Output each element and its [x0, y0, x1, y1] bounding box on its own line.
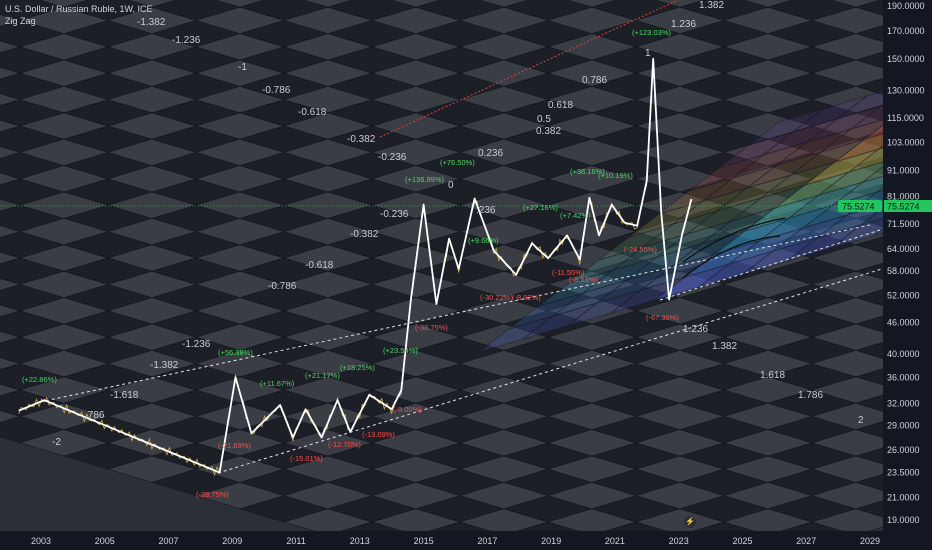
last-price-axis-label: 75.5274 [887, 202, 920, 212]
fib-level-label: -0.236 [380, 209, 409, 220]
zigzag-loss-label: (-12.70%) [328, 440, 361, 449]
fib-fan-background [0, 0, 883, 550]
fib-level-label: 0.382 [536, 126, 561, 137]
y-tick-label: 190.0000 [887, 1, 925, 11]
zigzag-loss-label: (-9.00%) [393, 405, 422, 414]
indicator-label[interactable]: Zig Zag [5, 16, 36, 26]
x-tick-label: 2009 [222, 536, 242, 546]
x-tick-label: 2015 [414, 536, 434, 546]
y-tick-label: 21.0000 [887, 493, 920, 503]
fib-level-label: -0.382 [350, 229, 379, 240]
fib-level-label: 0 [448, 180, 454, 191]
y-tick-label: 52.0000 [887, 290, 920, 300]
fib-level-label: .236 [476, 205, 496, 216]
zigzag-loss-label: (-28.75%) [196, 490, 229, 499]
zigzag-loss-label: (-8.92%) [512, 293, 541, 302]
fib-level-label: -1.236 [172, 35, 201, 46]
y-tick-label: 130.0000 [887, 86, 925, 96]
last-price-label: 75.5274 [842, 202, 875, 212]
y-tick-label: 170.0000 [887, 26, 925, 36]
zigzag-gain-label: (+136.99%) [405, 175, 444, 184]
x-tick-label: 2023 [669, 536, 689, 546]
y-tick-label: 150.0000 [887, 54, 925, 64]
y-tick-label: 23.5000 [887, 468, 920, 478]
fib-level-label: -1.382 [137, 17, 166, 28]
y-tick-label: 40.0000 [887, 349, 920, 359]
zigzag-loss-label: (-8.53%) [569, 275, 598, 284]
zigzag-gain-label: (+23.54%) [383, 346, 418, 355]
zigzag-gain-label: (+10.19%) [598, 171, 633, 180]
zigzag-gain-label: (+22.86%) [22, 375, 57, 384]
zigzag-gain-label: (+7.42%) [560, 211, 591, 220]
x-tick-label: 2021 [605, 536, 625, 546]
symbol-title: U.S. Dollar / Russian Ruble, 1W, ICE [5, 4, 153, 14]
fib-level-label: -1.618 [110, 390, 139, 401]
y-tick-label: 58.0000 [887, 266, 920, 276]
fib-level-label: 1.786 [798, 390, 823, 401]
fib-level-label: 1.382 [699, 0, 724, 11]
y-tick-label: 115.0000 [887, 113, 924, 123]
fib-level-label: 1.618 [760, 370, 785, 381]
fib-level-label: -1 [238, 62, 247, 73]
fib-level-label: 0.5 [537, 114, 551, 125]
fib-level-label: -0.382 [347, 134, 376, 145]
tradingview-bolt-icon[interactable]: ⚡ [684, 516, 696, 528]
price-chart[interactable]: (+22.86%) (+56.38%) (+11.67%) (+21.17%)(+18… [0, 0, 932, 550]
x-tick-label: 2019 [541, 536, 561, 546]
y-tick-label: 81.0000 [887, 191, 920, 201]
fib-level-label: -1.236 [182, 339, 211, 350]
x-tick-label: 2017 [477, 536, 497, 546]
y-tick-label: 71.5000 [887, 219, 920, 229]
y-tick-label: 36.0000 [887, 372, 920, 382]
y-tick-label: 64.0000 [887, 244, 920, 254]
zigzag-loss-label: (-30.22%) [480, 293, 513, 302]
fib-level-label: 1.236 [671, 19, 696, 30]
x-tick-label: 2005 [95, 536, 115, 546]
x-tick-label: 2011 [286, 536, 305, 546]
y-tick-label: 29.0000 [887, 421, 920, 431]
fib-level-label: -0.618 [305, 260, 334, 271]
fib-level-label: -0.236 [378, 152, 407, 163]
fib-level-label: 0.236 [478, 148, 503, 159]
fib-level-label: -0.786 [268, 281, 297, 292]
zigzag-loss-label: (-67.36%) [646, 313, 679, 322]
zigzag-gain-label: (+11.67%) [260, 379, 295, 388]
x-tick-label: 2025 [732, 536, 752, 546]
fib-level-label: -0.786 [262, 85, 291, 96]
y-tick-label: 26.0000 [887, 445, 920, 455]
y-tick-label: 32.0000 [887, 399, 920, 409]
zigzag-gain-label: (+27.16%) [523, 203, 558, 212]
zigzag-loss-label: (-24.55%) [624, 245, 657, 254]
x-tick-label: 2003 [31, 536, 51, 546]
zigzag-loss-label: (-21.69%) [218, 441, 251, 450]
zigzag-gain-label: (+21.17%) [305, 371, 340, 380]
fib-level-label: .786 [85, 410, 105, 421]
zigzag-gain-label: (+56.38%) [218, 348, 253, 357]
x-tick-label: 2013 [350, 536, 370, 546]
y-tick-label: 103.0000 [887, 138, 925, 148]
zigzag-gain-label: (+123.03%) [632, 28, 671, 37]
zigzag-loss-label: (-15.01%) [290, 454, 323, 463]
zigzag-gain-label: (+9.66%) [468, 236, 499, 245]
fib-level-label: -2 [52, 437, 61, 448]
fib-level-label: 2 [858, 415, 864, 426]
y-tick-label: 19.0000 [887, 515, 920, 525]
zigzag-gain-label: (+18.25%) [340, 363, 375, 372]
fib-level-label: 0.618 [548, 100, 573, 111]
chart-root[interactable]: (+22.86%) (+56.38%) (+11.67%) (+21.17%) (+18… [0, 0, 932, 550]
fib-level-label: -1.382 [150, 360, 179, 371]
zigzag-gain-label: (+76.50%) [440, 158, 475, 167]
zigzag-loss-label: (-38.75%) [415, 323, 448, 332]
fib-level-label: 1.236 [683, 324, 708, 335]
x-tick-label: 2007 [158, 536, 178, 546]
fib-level-label: -0.618 [298, 107, 327, 118]
fib-level-label: 0.786 [582, 75, 607, 86]
zigzag-loss-label: (-13.09%) [362, 430, 395, 439]
x-tick-label: 2029 [860, 536, 880, 546]
x-tick-label: 2027 [796, 536, 816, 546]
fib-level-label: 1.382 [712, 341, 737, 352]
y-tick-label: 91.0000 [887, 165, 920, 175]
y-tick-label: 46.0000 [887, 318, 920, 328]
fib-level-label: 1 [645, 48, 651, 59]
